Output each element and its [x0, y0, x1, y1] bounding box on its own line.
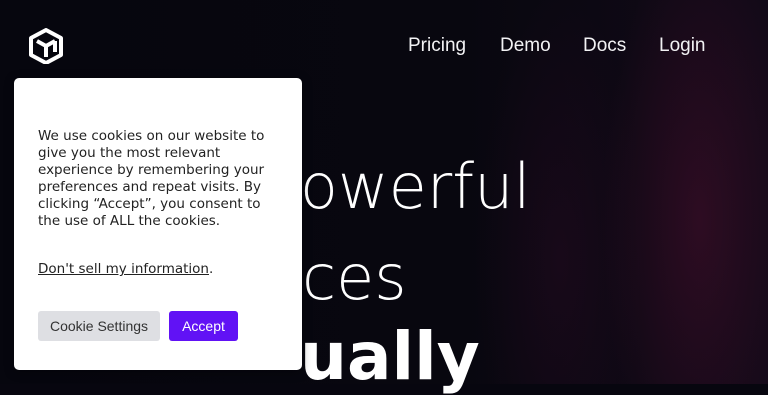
dont-sell-row: Don't sell my information.	[38, 261, 213, 278]
cookie-settings-button[interactable]: Cookie Settings	[38, 311, 160, 341]
nav-link-pricing[interactable]: Pricing	[408, 34, 466, 58]
accept-cookies-button[interactable]: Accept	[169, 311, 238, 341]
hero-line-3: ually	[300, 318, 480, 395]
nav-link-login[interactable]: Login	[659, 34, 706, 58]
hero-line-1: owerful	[300, 150, 531, 223]
top-nav: Pricing Demo Docs Login	[0, 34, 768, 58]
cookie-consent-banner: We use cookies on our website to give yo…	[14, 78, 302, 370]
cookie-consent-text: We use cookies on our website to give yo…	[38, 128, 265, 229]
dont-sell-suffix: .	[209, 261, 214, 277]
dont-sell-link[interactable]: Don't sell my information	[38, 261, 209, 277]
nav-link-demo[interactable]: Demo	[500, 34, 551, 58]
hero-line-2: ces	[302, 241, 407, 314]
nav-link-docs[interactable]: Docs	[583, 34, 626, 58]
